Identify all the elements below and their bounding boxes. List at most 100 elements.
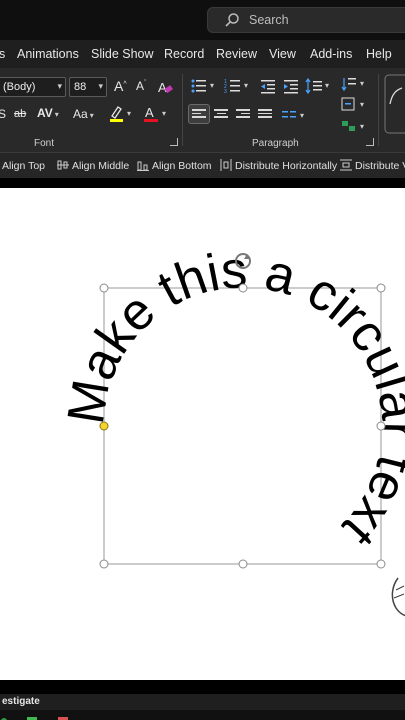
- font-color-button[interactable]: A ▾: [143, 104, 171, 124]
- font-size-combo[interactable]: 88 ▾: [69, 77, 107, 97]
- align-text-icon: ▾: [341, 97, 364, 111]
- align-middle-icon: [57, 160, 69, 170]
- status-bar: estigate: [0, 694, 405, 710]
- adjustment-handle[interactable]: [99, 421, 109, 431]
- grow-font-icon: A: [114, 78, 124, 94]
- title-bar: Search: [0, 0, 405, 40]
- resize-handle-bottom[interactable]: [238, 559, 248, 569]
- search-box[interactable]: Search: [207, 7, 405, 33]
- font-size-value: 88: [74, 81, 87, 93]
- align-middle-button[interactable]: Align Middle: [57, 159, 129, 172]
- font-group-label: Font: [34, 138, 55, 149]
- resize-handle-top-left[interactable]: [99, 283, 109, 293]
- character-spacing-button[interactable]: AV ▾: [37, 106, 59, 126]
- align-bottom-button[interactable]: Align Bottom: [137, 159, 212, 172]
- font-dialog-launcher-icon[interactable]: [170, 138, 178, 146]
- change-case-icon: Aa: [73, 107, 88, 121]
- decrease-indent-button[interactable]: [260, 78, 276, 94]
- shrink-font-icon: A: [136, 79, 145, 93]
- svg-text:▾: ▾: [162, 109, 166, 118]
- resize-handle-bottom-right[interactable]: [376, 559, 386, 569]
- distribute-horizontally-button[interactable]: Distribute Horizontally: [220, 159, 337, 172]
- caret-down-icon: ˇ: [144, 80, 147, 87]
- ribbon: (Body) ▾ 88 ▾ A^ Aˇ A S ab AV ▾ Aa ▾ ▾ A ▾…: [0, 68, 405, 152]
- svg-text:A: A: [158, 80, 167, 95]
- font-name-combo[interactable]: (Body) ▾: [0, 77, 66, 97]
- menu-tab-view[interactable]: View: [269, 47, 296, 61]
- grow-font-button[interactable]: A^: [114, 78, 127, 98]
- menu-tab-design-partial[interactable]: s: [0, 47, 5, 61]
- distribute-vertically-label: Distribute Ve: [355, 160, 405, 172]
- strikethrough-button[interactable]: ab: [14, 108, 26, 128]
- line-spacing-button[interactable]: ▾: [305, 78, 333, 94]
- shrink-font-button[interactable]: Aˇ: [136, 79, 146, 99]
- align-top-button[interactable]: Align Top: [0, 159, 45, 172]
- align-left-button[interactable]: [188, 104, 210, 124]
- resize-handle-top[interactable]: [238, 283, 248, 293]
- menu-tab-animations[interactable]: Animations: [17, 47, 79, 61]
- menu-tab-help[interactable]: Help: [366, 47, 392, 61]
- taskbar: [0, 710, 405, 720]
- font-name-value: (Body): [3, 81, 36, 93]
- circular-text-path: Make this a circular text: [57, 241, 405, 557]
- align-bottom-label: Align Bottom: [152, 160, 212, 172]
- paragraph-group-label: Paragraph: [252, 138, 299, 149]
- resize-handle-right[interactable]: [376, 421, 386, 431]
- distribute-vertically-button[interactable]: Distribute Ve: [340, 159, 405, 172]
- distribute-horizontally-label: Distribute Horizontally: [235, 160, 338, 172]
- menu-tab-add-ins[interactable]: Add-ins: [310, 47, 352, 61]
- align-center-button[interactable]: [214, 109, 228, 121]
- svg-text:A: A: [145, 105, 154, 120]
- search-icon: [225, 13, 239, 27]
- highlight-color-button[interactable]: ▾: [108, 104, 136, 124]
- distribute-vertically-icon: [340, 159, 352, 171]
- justify-button[interactable]: [258, 109, 272, 121]
- resize-handle-top-right[interactable]: [376, 283, 386, 293]
- svg-text:▾: ▾: [300, 111, 304, 120]
- align-bottom-icon: [137, 161, 149, 171]
- increase-indent-button[interactable]: [283, 78, 299, 94]
- columns-button[interactable]: ▾: [281, 108, 309, 122]
- resize-handle-bottom-left[interactable]: [99, 559, 109, 569]
- taskbar-icons: [1, 717, 68, 720]
- slide-canvas[interactable]: Make this a circular text: [0, 188, 405, 680]
- menu-tab-slide-show[interactable]: Slide Show: [91, 47, 154, 61]
- change-case-button[interactable]: Aa ▾: [73, 107, 94, 127]
- svg-text:▾: ▾: [360, 100, 364, 109]
- circular-text[interactable]: Make this a circular text: [57, 241, 405, 557]
- text-direction-icon: ▾: [341, 78, 364, 92]
- numbering-button[interactable]: 1 2 3 ▾: [224, 78, 252, 94]
- svg-text:▾: ▾: [360, 122, 364, 131]
- chevron-down-icon: ▾: [98, 81, 103, 91]
- highlight-swatch: [110, 119, 123, 122]
- bullets-button[interactable]: ▾: [190, 78, 218, 94]
- shapes-gallery[interactable]: [384, 74, 405, 134]
- ribbon-separator: [182, 74, 183, 146]
- align-right-button[interactable]: [236, 109, 250, 121]
- svg-text:▾: ▾: [210, 81, 214, 90]
- svg-text:▾: ▾: [325, 81, 329, 90]
- smartart-icon: ▾: [342, 121, 364, 131]
- svg-text:▾: ▾: [244, 81, 248, 90]
- hand-cursor-icon: [391, 577, 405, 617]
- character-spacing-icon: AV: [37, 106, 53, 120]
- menu-tab-record[interactable]: Record: [164, 47, 204, 61]
- ribbon-separator: [378, 74, 379, 146]
- align-top-label: Align Top: [2, 160, 46, 172]
- slide-svg: Make this a circular text: [57, 241, 405, 617]
- clear-formatting-button[interactable]: A: [157, 79, 173, 95]
- search-label: Search: [249, 13, 289, 27]
- status-text: estigate: [2, 696, 40, 707]
- text-direction-group: ▾ ▾ ▾: [341, 78, 364, 131]
- chevron-down-icon: ▾: [89, 111, 94, 120]
- caret-up-icon: ^: [123, 81, 127, 88]
- distribute-horizontally-icon: [220, 159, 232, 171]
- editor-bottom: [0, 680, 405, 694]
- shadow-button[interactable]: S: [0, 107, 6, 127]
- svg-text:▾: ▾: [127, 109, 131, 118]
- menu-tab-review[interactable]: Review: [216, 47, 257, 61]
- svg-text:▾: ▾: [360, 79, 364, 88]
- menu-bar: s Animations Slide Show Record Review Vi…: [0, 40, 405, 68]
- chevron-down-icon: ▾: [54, 110, 59, 119]
- svg-text:3: 3: [224, 89, 227, 94]
